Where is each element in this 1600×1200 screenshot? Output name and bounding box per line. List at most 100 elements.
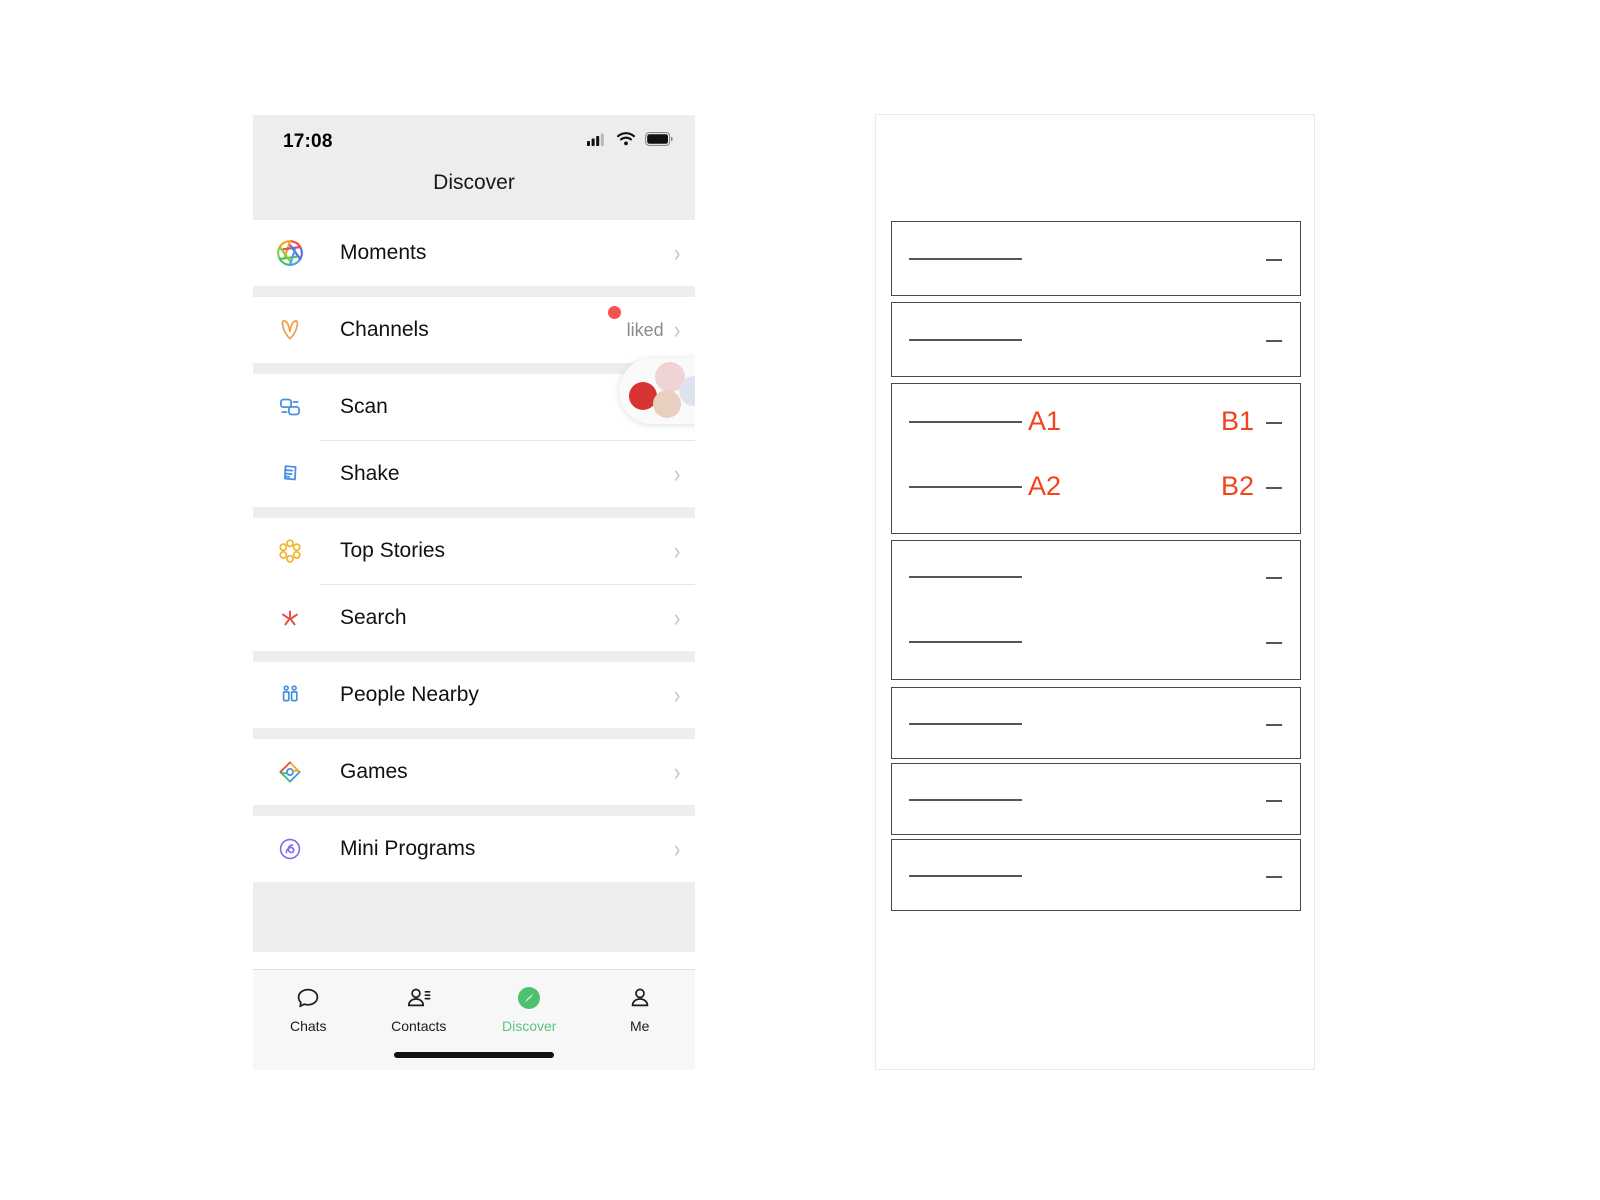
- shake-icon: [273, 457, 307, 491]
- tab-label: Me: [630, 1018, 650, 1034]
- top-stories-icon: [273, 534, 307, 568]
- sidebar-item-label: People Nearby: [340, 683, 479, 706]
- screenshot-root: 17:08 Discover Moments › Channels liked …: [0, 0, 1600, 1200]
- moments-aperture-icon: [273, 236, 307, 270]
- group-separator: [253, 728, 695, 739]
- nav-bar: Discover: [253, 171, 695, 220]
- annotation-a2: A2: [1028, 471, 1062, 501]
- page-title: Discover: [433, 171, 515, 194]
- row-accessory: ›: [673, 757, 681, 786]
- annotation-b2: B2: [1220, 471, 1254, 501]
- sidebar-item-people-nearby[interactable]: People Nearby ›: [253, 662, 695, 728]
- list-group-games: Games ›: [253, 739, 695, 805]
- wireframe-accessory-dash: [1266, 876, 1282, 878]
- wireframe-accessory-dash: [1266, 642, 1282, 644]
- sidebar-item-label: Games: [340, 760, 408, 783]
- sidebar-item-channels[interactable]: Channels liked ›: [253, 297, 695, 363]
- reaction-sticker-overlay[interactable]: [619, 358, 695, 424]
- cellular-signal-icon: [587, 132, 607, 151]
- row-accessory: ›: [673, 834, 681, 863]
- list-group-mini-programs: Mini Programs ›: [253, 816, 695, 882]
- wireframe-box-annotated[interactable]: A1 B1 A2 B2: [891, 383, 1301, 534]
- wireframe-placeholder-line: [909, 641, 1022, 643]
- tab-chats[interactable]: Chats: [253, 970, 364, 1070]
- chevron-right-icon: ›: [673, 680, 681, 709]
- wireframe-accessory-dash: [1266, 259, 1282, 261]
- wireframe-box[interactable]: [891, 302, 1301, 377]
- sidebar-item-shake[interactable]: Shake ›: [253, 441, 695, 507]
- battery-icon: [645, 131, 673, 151]
- chevron-right-icon: ›: [673, 315, 681, 344]
- chevron-right-icon: ›: [673, 834, 681, 863]
- sidebar-item-games[interactable]: Games ›: [253, 739, 695, 805]
- sidebar-item-label: Scan: [340, 395, 388, 418]
- wifi-icon: [616, 131, 636, 151]
- wireframe-accessory-dash: [1266, 340, 1282, 342]
- row-accessory: ›: [673, 238, 681, 267]
- sidebar-item-search[interactable]: Search ›: [253, 585, 695, 651]
- list-group-moments: Moments ›: [253, 220, 695, 286]
- group-separator: [253, 286, 695, 297]
- sidebar-item-moments[interactable]: Moments ›: [253, 220, 695, 286]
- wireframe-placeholder-line: [909, 576, 1022, 578]
- status-time: 17:08: [283, 131, 333, 152]
- chevron-right-icon: ›: [673, 603, 681, 632]
- annotation-b1: B1: [1220, 406, 1254, 436]
- wireframe-placeholder-line: [909, 421, 1022, 423]
- contacts-icon: [404, 983, 434, 1013]
- wireframe-box[interactable]: [891, 540, 1301, 680]
- person-icon: [625, 983, 655, 1013]
- chevron-right-icon: ›: [673, 459, 681, 488]
- annotation-a1: A1: [1028, 406, 1062, 436]
- tab-label: Contacts: [391, 1018, 447, 1034]
- bottom-tab-bar: Chats Contacts Discover Me: [253, 969, 695, 1070]
- tab-label: Discover: [502, 1018, 557, 1034]
- people-nearby-icon: [273, 678, 307, 712]
- search-sparkle-icon: [273, 601, 307, 635]
- wireframe-placeholder-line: [909, 258, 1022, 260]
- channels-detail-label: liked: [626, 319, 664, 340]
- wireframe-accessory-dash: [1266, 487, 1282, 489]
- group-separator: [253, 805, 695, 816]
- channels-icon: [273, 313, 307, 347]
- wireframe-box[interactable]: [891, 687, 1301, 759]
- wireframe-accessory-dash: [1266, 577, 1282, 579]
- sidebar-item-label: Moments: [340, 241, 427, 264]
- wireframe-accessory-dash: [1266, 422, 1282, 424]
- wireframe-box[interactable]: [891, 839, 1301, 911]
- games-icon: [273, 755, 307, 789]
- wireframe-placeholder-line: [909, 723, 1022, 725]
- wireframe-accessory-dash: [1266, 724, 1282, 726]
- sidebar-item-label: Mini Programs: [340, 837, 476, 860]
- wireframe-placeholder-line: [909, 799, 1022, 801]
- row-accessory: ›: [673, 680, 681, 709]
- list-group-stories-search: Top Stories › Search ›: [253, 518, 695, 651]
- wireframe-box[interactable]: [891, 221, 1301, 296]
- chevron-right-icon: ›: [673, 757, 681, 786]
- row-accessory: ›: [673, 536, 681, 565]
- row-accessory: liked ›: [574, 306, 681, 350]
- chevron-right-icon: ›: [673, 536, 681, 565]
- sidebar-item-label: Search: [340, 606, 407, 629]
- chevron-right-icon: ›: [673, 238, 681, 267]
- tab-me[interactable]: Me: [585, 970, 696, 1070]
- channels-thumbnail[interactable]: [574, 306, 621, 350]
- sidebar-item-label: Shake: [340, 462, 400, 485]
- badge-dot: [607, 306, 621, 319]
- discover-list: Moments › Channels liked › Scan Shake › …: [253, 220, 695, 952]
- status-bar: 17:08: [253, 115, 695, 171]
- list-group-people-nearby: People Nearby ›: [253, 662, 695, 728]
- wireframe-accessory-dash: [1266, 800, 1282, 802]
- sidebar-item-mini-programs[interactable]: Mini Programs ›: [253, 816, 695, 882]
- mini-programs-icon: [273, 832, 307, 866]
- status-icons: [587, 131, 673, 151]
- wireframe-placeholder-line: [909, 875, 1022, 877]
- sidebar-item-top-stories[interactable]: Top Stories ›: [253, 518, 695, 584]
- wireframe-box[interactable]: [891, 763, 1301, 835]
- sidebar-item-label: Channels: [340, 318, 429, 341]
- home-indicator: [394, 1052, 554, 1058]
- wireframe-placeholder-line: [909, 339, 1022, 341]
- row-accessory: ›: [673, 603, 681, 632]
- sidebar-item-label: Top Stories: [340, 539, 446, 562]
- wireframe-panel: A1 B1 A2 B2: [875, 114, 1315, 1070]
